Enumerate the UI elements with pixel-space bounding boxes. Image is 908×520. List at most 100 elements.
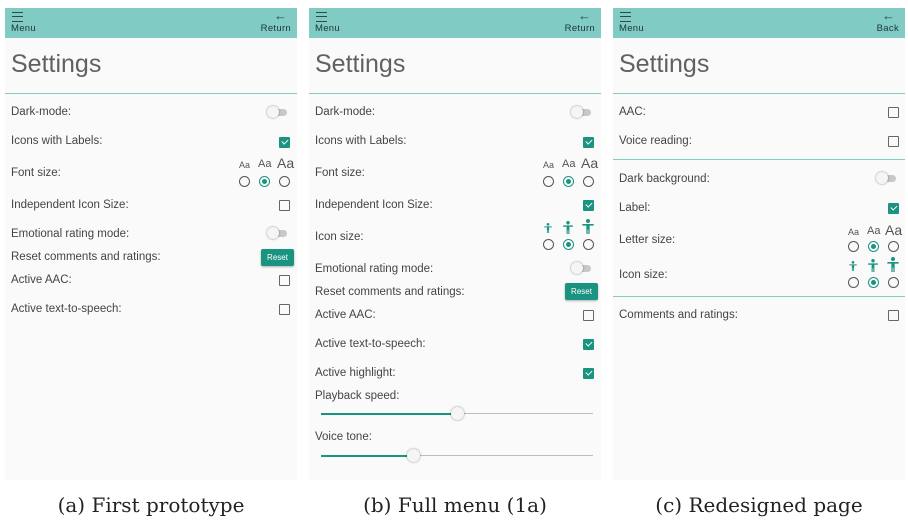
independent-icon-checkbox[interactable] xyxy=(583,200,594,211)
voice-tone-slider[interactable] xyxy=(321,449,593,463)
person-icon xyxy=(868,259,878,272)
font-size-label: Font size: xyxy=(315,167,365,179)
menu-label: Menu xyxy=(11,23,36,34)
font-size-small-sample: Aa xyxy=(239,160,251,170)
active-aac-label: Active AAC: xyxy=(315,309,376,321)
caption-full-menu: (b) Full menu (1a) xyxy=(363,493,547,517)
app-bar: Menu ← Return xyxy=(309,8,601,38)
icon-size-large-radio[interactable] xyxy=(888,277,899,288)
divider xyxy=(613,159,905,160)
voice-reading-label: Voice reading: xyxy=(619,135,692,147)
back-button[interactable]: ← Back xyxy=(849,9,899,35)
font-size-large-radio[interactable] xyxy=(279,176,290,187)
divider xyxy=(613,296,905,297)
font-size-small-radio[interactable] xyxy=(239,176,250,187)
label-label: Label: xyxy=(619,202,651,214)
person-icon xyxy=(887,257,899,272)
arrow-left-icon: ← xyxy=(274,8,287,23)
font-size-small-radio[interactable] xyxy=(543,176,554,187)
back-label: Back xyxy=(876,23,899,34)
icons-labels-checkbox[interactable] xyxy=(279,137,290,148)
reset-button[interactable]: Reset xyxy=(565,283,598,300)
active-aac-label: Active AAC: xyxy=(11,274,72,286)
icons-labels-label: Icons with Labels: xyxy=(11,135,103,147)
icon-size-small-radio[interactable] xyxy=(848,277,859,288)
active-tts-label: Active text-to-speech: xyxy=(11,303,122,315)
dark-mode-toggle[interactable] xyxy=(571,106,591,118)
return-label: Return xyxy=(260,23,291,34)
reset-button[interactable]: Reset xyxy=(261,249,294,266)
independent-icon-label: Independent Icon Size: xyxy=(315,199,433,211)
dark-mode-label: Dark-mode: xyxy=(315,106,376,118)
emotional-rating-toggle[interactable] xyxy=(571,262,591,274)
active-highlight-checkbox[interactable] xyxy=(583,368,594,379)
dark-background-toggle[interactable] xyxy=(876,172,896,184)
active-aac-checkbox[interactable] xyxy=(279,275,290,286)
icon-size-small-radio[interactable] xyxy=(543,239,554,250)
person-icon xyxy=(563,221,573,234)
settings-panel-redesigned: Menu ← Back Settings AAC: Voice reading:… xyxy=(613,8,905,480)
slider-thumb[interactable] xyxy=(407,449,420,462)
caption-redesigned-page: (c) Redesigned page xyxy=(655,493,863,517)
icon-size-medium-radio[interactable] xyxy=(868,277,879,288)
voice-reading-checkbox[interactable] xyxy=(888,136,899,147)
dark-mode-toggle[interactable] xyxy=(267,106,287,118)
letter-size-medium-radio[interactable] xyxy=(868,241,879,252)
font-size-label: Font size: xyxy=(11,167,61,179)
dark-mode-label: Dark-mode: xyxy=(11,106,72,118)
playback-speed-label: Playback speed: xyxy=(315,390,400,402)
reset-comments-label: Reset comments and ratings: xyxy=(11,251,161,263)
font-size-medium-sample: Aa xyxy=(258,158,272,170)
page-title: Settings xyxy=(619,50,710,78)
hamburger-icon xyxy=(316,12,327,22)
letter-size-small-sample: Aa xyxy=(848,227,860,237)
caption-first-prototype: (a) First prototype xyxy=(57,493,245,517)
person-icon xyxy=(544,223,552,233)
letter-size-large-sample: Aa xyxy=(885,222,903,238)
letter-size-small-radio[interactable] xyxy=(848,241,859,252)
letter-size-large-radio[interactable] xyxy=(888,241,899,252)
menu-label: Menu xyxy=(619,23,644,34)
font-size-large-sample: Aa xyxy=(277,155,295,171)
dark-background-label: Dark background: xyxy=(619,173,710,185)
active-tts-checkbox[interactable] xyxy=(279,304,290,315)
menu-button[interactable]: Menu xyxy=(315,11,355,35)
slider-thumb[interactable] xyxy=(451,407,464,420)
app-bar: Menu ← Return xyxy=(5,8,297,38)
return-button[interactable]: ← Return xyxy=(241,8,291,35)
aac-checkbox[interactable] xyxy=(888,107,899,118)
emotional-rating-label: Emotional rating mode: xyxy=(11,228,130,240)
return-button[interactable]: ← Return xyxy=(545,9,595,35)
menu-button[interactable]: Menu xyxy=(619,11,659,35)
return-label: Return xyxy=(564,23,595,34)
independent-icon-label: Independent Icon Size: xyxy=(11,199,129,211)
icon-size-large-radio[interactable] xyxy=(583,239,594,250)
person-icon xyxy=(582,219,594,234)
menu-button[interactable]: Menu xyxy=(11,11,51,35)
divider xyxy=(613,93,905,94)
font-size-medium-radio[interactable] xyxy=(259,176,270,187)
emotional-rating-label: Emotional rating mode: xyxy=(315,263,434,275)
reset-comments-label: Reset comments and ratings: xyxy=(315,286,465,298)
independent-icon-checkbox[interactable] xyxy=(279,200,290,211)
menu-label: Menu xyxy=(315,23,340,34)
font-size-large-radio[interactable] xyxy=(583,176,594,187)
icons-labels-checkbox[interactable] xyxy=(583,137,594,148)
playback-speed-slider[interactable] xyxy=(321,407,593,421)
font-size-small-sample: Aa xyxy=(543,160,555,170)
active-highlight-label: Active highlight: xyxy=(315,367,396,379)
divider xyxy=(5,93,297,94)
active-aac-checkbox[interactable] xyxy=(583,310,594,321)
hamburger-icon xyxy=(12,12,23,22)
active-tts-label: Active text-to-speech: xyxy=(315,338,426,350)
font-size-medium-radio[interactable] xyxy=(563,176,574,187)
label-checkbox[interactable] xyxy=(888,203,899,214)
active-tts-checkbox[interactable] xyxy=(583,339,594,350)
emotional-rating-toggle[interactable] xyxy=(267,227,287,239)
comments-ratings-label: Comments and ratings: xyxy=(619,309,738,321)
icon-size-medium-radio[interactable] xyxy=(563,239,574,250)
page-title: Settings xyxy=(11,50,102,78)
comments-ratings-checkbox[interactable] xyxy=(888,310,899,321)
icons-labels-label: Icons with Labels: xyxy=(315,135,407,147)
page-title: Settings xyxy=(315,50,406,78)
